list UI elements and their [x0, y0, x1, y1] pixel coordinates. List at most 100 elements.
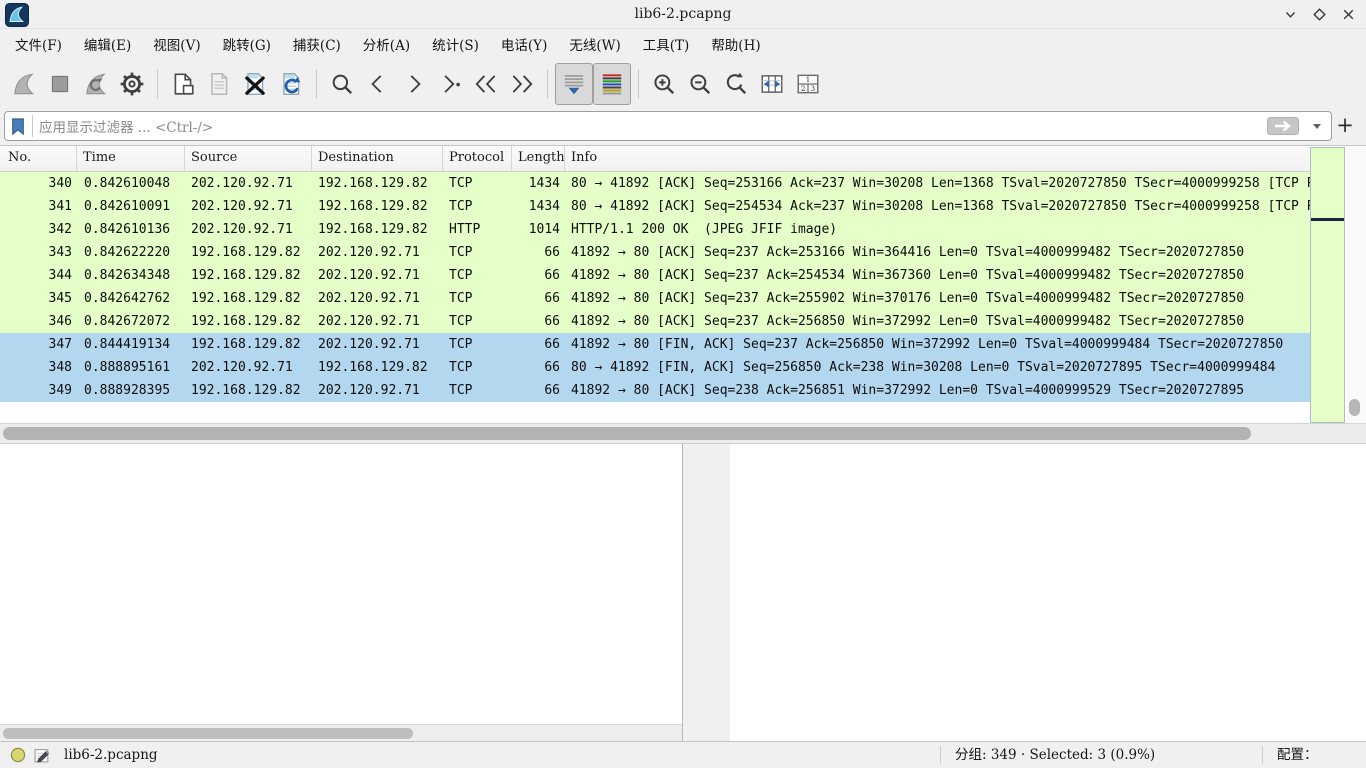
packet-details-hscrollbar[interactable] [0, 724, 682, 742]
maximize-button[interactable] [1311, 7, 1327, 23]
packet-list-hscrollbar[interactable] [0, 423, 1366, 444]
menu-file[interactable]: 文件(F) [4, 30, 73, 58]
packet-list-hscrollbar-thumb[interactable] [3, 427, 1251, 440]
menu-edit[interactable]: 编辑(E) [73, 30, 142, 58]
minimap-marked-packet [1311, 218, 1344, 221]
go-to-packet-icon[interactable] [432, 63, 468, 105]
packet-row[interactable]: 3430.842622220192.168.129.82202.120.92.7… [0, 241, 1310, 264]
capture-options-icon[interactable] [114, 63, 150, 105]
packet-cell-protocol: TCP [443, 195, 512, 218]
menu-analyze[interactable]: 分析(A) [352, 30, 421, 58]
auto-scroll-toggle[interactable] [555, 63, 593, 105]
packet-row[interactable]: 3470.844419134192.168.129.82202.120.92.7… [0, 333, 1310, 356]
packet-cell-info: 41892 → 80 [ACK] Seq=237 Ack=256850 Win=… [565, 310, 1310, 333]
reload-file-icon[interactable] [273, 63, 309, 105]
packet-cell-destination: 192.168.129.82 [312, 356, 443, 379]
packet-details-hscrollbar-thumb[interactable] [3, 728, 413, 739]
go-back-icon[interactable] [360, 63, 396, 105]
start-capture-icon[interactable] [6, 63, 42, 105]
stop-capture-icon[interactable] [42, 63, 78, 105]
column-header-info[interactable]: Info [565, 146, 1310, 171]
packet-cell-time: 0.842610136 [77, 218, 185, 241]
packet-row[interactable]: 3440.842634348192.168.129.82202.120.92.7… [0, 264, 1310, 287]
column-header-destination[interactable]: Destination [312, 146, 443, 171]
vertical-scrollbar[interactable] [1346, 146, 1366, 423]
resize-columns-icon[interactable] [754, 63, 790, 105]
add-filter-button[interactable]: + [1332, 110, 1358, 140]
packet-row[interactable]: 3460.842672072192.168.129.82202.120.92.7… [0, 310, 1310, 333]
filter-dropdown-caret[interactable] [1313, 124, 1321, 129]
packet-row[interactable]: 3410.842610091202.120.92.71192.168.129.8… [0, 195, 1310, 218]
open-file-icon[interactable] [165, 63, 201, 105]
packet-cell-protocol: TCP [443, 172, 512, 195]
display-filter-input[interactable]: 应用显示过滤器 ... <Ctrl-/> [4, 111, 1332, 141]
packet-cell-time: 0.842610048 [77, 172, 185, 195]
status-filename: lib6-2.pcapng [64, 742, 158, 768]
restart-capture-icon[interactable] [78, 63, 114, 105]
go-first-packet-icon[interactable] [468, 63, 504, 105]
packet-row[interactable]: 3420.842610136202.120.92.71192.168.129.8… [0, 218, 1310, 241]
colorize-toggle[interactable] [593, 63, 631, 105]
packet-cell-length: 66 [512, 379, 565, 402]
svg-text:1: 1 [806, 75, 810, 84]
packet-row[interactable]: 3450.842642762192.168.129.82202.120.92.7… [0, 287, 1310, 310]
packet-row[interactable]: 3490.888928395192.168.129.82202.120.92.7… [0, 379, 1310, 402]
packet-cell-destination: 192.168.129.82 [312, 218, 443, 241]
menu-telephony[interactable]: 电话(Y) [490, 30, 558, 58]
packet-cell-info: 41892 → 80 [FIN, ACK] Seq=237 Ack=256850… [565, 333, 1310, 356]
capture-comment-icon[interactable] [34, 747, 51, 768]
packet-cell-source: 192.168.129.82 [185, 333, 312, 356]
svg-text:2: 2 [801, 84, 805, 93]
filter-bookmark-icon[interactable] [11, 118, 25, 135]
packet-cell-destination: 202.120.92.71 [312, 333, 443, 356]
close-button[interactable] [1340, 7, 1356, 23]
go-forward-icon[interactable] [396, 63, 432, 105]
pane-splitter[interactable] [683, 444, 730, 742]
vertical-scrollbar-thumb[interactable] [1349, 399, 1360, 416]
packet-cell-source: 202.120.92.71 [185, 172, 312, 195]
zoom-reset-icon[interactable] [718, 63, 754, 105]
packet-cell-no: 341 [0, 195, 77, 218]
packet-cell-time: 0.888928395 [77, 379, 185, 402]
pane-layout-icon[interactable]: 123 [790, 63, 826, 105]
packet-cell-no: 346 [0, 310, 77, 333]
column-header-no[interactable]: No. [0, 146, 77, 171]
packet-cell-source: 202.120.92.71 [185, 356, 312, 379]
menu-help[interactable]: 帮助(H) [700, 30, 771, 58]
find-packet-icon[interactable] [324, 63, 360, 105]
expert-info-icon[interactable] [10, 747, 26, 767]
minimize-button[interactable] [1282, 7, 1298, 23]
menu-tools[interactable]: 工具(T) [632, 30, 701, 58]
apply-filter-button[interactable] [1267, 117, 1299, 135]
zoom-out-icon[interactable] [682, 63, 718, 105]
menu-capture[interactable]: 捕获(C) [282, 30, 352, 58]
go-last-packet-icon[interactable] [504, 63, 540, 105]
toolbar-separator [638, 69, 639, 99]
packet-bytes-pane [730, 444, 1366, 742]
column-header-source[interactable]: Source [185, 146, 312, 171]
packet-list-minimap-scrollbar[interactable] [1310, 147, 1345, 423]
packet-details-pane [0, 444, 683, 742]
packet-cell-time: 0.842622220 [77, 241, 185, 264]
packet-cell-protocol: TCP [443, 287, 512, 310]
menu-go[interactable]: 跳转(G) [212, 30, 282, 58]
packet-cell-info: 41892 → 80 [ACK] Seq=237 Ack=255902 Win=… [565, 287, 1310, 310]
zoom-in-icon[interactable] [646, 63, 682, 105]
column-header-length[interactable]: Length [512, 146, 565, 171]
packet-cell-destination: 202.120.92.71 [312, 379, 443, 402]
packet-cell-length: 1434 [512, 172, 565, 195]
save-file-icon[interactable] [201, 63, 237, 105]
status-bar: lib6-2.pcapng 分组: 349 · Selected: 3 (0.9… [0, 741, 1366, 768]
column-header-protocol[interactable]: Protocol [443, 146, 512, 171]
column-header-time[interactable]: Time [77, 146, 185, 171]
packet-cell-length: 66 [512, 241, 565, 264]
packet-cell-info: 80 → 41892 [ACK] Seq=254534 Ack=237 Win=… [565, 195, 1310, 218]
packet-cell-protocol: TCP [443, 264, 512, 287]
packet-cell-no: 340 [0, 172, 77, 195]
menu-statistics[interactable]: 统计(S) [421, 30, 490, 58]
menu-view[interactable]: 视图(V) [142, 30, 211, 58]
menu-wireless[interactable]: 无线(W) [558, 30, 631, 58]
close-file-icon[interactable] [237, 63, 273, 105]
packet-row[interactable]: 3400.842610048202.120.92.71192.168.129.8… [0, 172, 1310, 195]
packet-row[interactable]: 3480.888895161202.120.92.71192.168.129.8… [0, 356, 1310, 379]
